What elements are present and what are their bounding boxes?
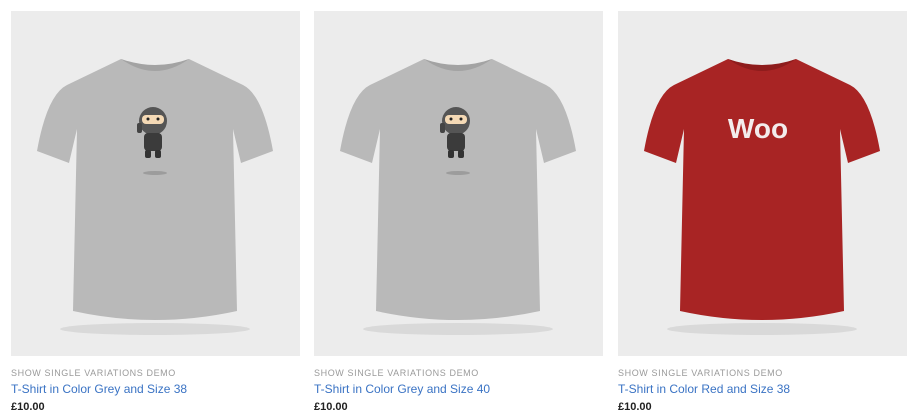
product-title-link[interactable]: T-Shirt in Color Grey and Size 40 <box>314 382 603 397</box>
product-card: SHOW SINGLE VARIATIONS DEMO T-Shirt in C… <box>11 11 300 414</box>
product-price: £10.00 <box>618 401 652 413</box>
product-title-link[interactable]: T-Shirt in Color Grey and Size 38 <box>11 382 300 397</box>
tshirt-grey-ninja-image <box>340 59 576 335</box>
product-title-link[interactable]: T-Shirt in Color Red and Size 38 <box>618 382 907 397</box>
product-category: SHOW SINGLE VARIATIONS DEMO <box>618 368 783 378</box>
product-image-link[interactable] <box>314 11 603 356</box>
product-grid: SHOW SINGLE VARIATIONS DEMO T-Shirt in C… <box>0 0 919 420</box>
product-category: SHOW SINGLE VARIATIONS DEMO <box>314 368 479 378</box>
product-image-link[interactable]: Woo <box>618 11 907 356</box>
product-image-link[interactable] <box>11 11 300 356</box>
woo-print-text: Woo <box>728 113 788 144</box>
product-card: SHOW SINGLE VARIATIONS DEMO T-Shirt in C… <box>314 11 603 414</box>
tshirt-grey-ninja-image <box>37 59 273 335</box>
tshirt-red-woo-image: Woo <box>644 59 880 335</box>
product-price: £10.00 <box>314 401 348 413</box>
product-price: £10.00 <box>11 401 45 413</box>
product-category: SHOW SINGLE VARIATIONS DEMO <box>11 368 176 378</box>
product-card: Woo SHOW SINGLE VARIATIONS DEMO T-Shirt … <box>618 11 907 414</box>
